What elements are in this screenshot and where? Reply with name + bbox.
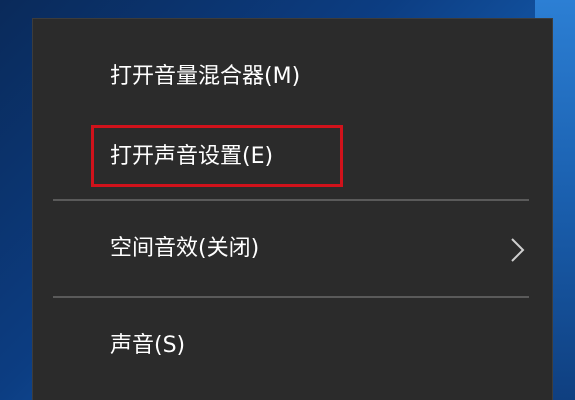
menu-item-sounds[interactable]: 声音(S) (33, 314, 552, 378)
menu-item-label: 声音(S) (110, 333, 186, 358)
menu-item-spatial-sound[interactable]: 空间音效(关闭) (33, 217, 552, 281)
chevron-right-icon (511, 238, 525, 262)
menu-separator (53, 199, 529, 201)
menu-separator (53, 296, 529, 298)
volume-context-menu: 打开音量混合器(M) 打开声音设置(E) 空间音效(关闭) 声音(S) (32, 18, 553, 400)
menu-item-label: 打开声音设置(E) (110, 144, 274, 169)
menu-item-open-sound-settings[interactable]: 打开声音设置(E) (33, 125, 552, 189)
menu-item-label: 打开音量混合器(M) (110, 64, 301, 89)
menu-item-label: 空间音效(关闭) (110, 236, 260, 261)
menu-item-open-volume-mixer[interactable]: 打开音量混合器(M) (33, 45, 552, 109)
